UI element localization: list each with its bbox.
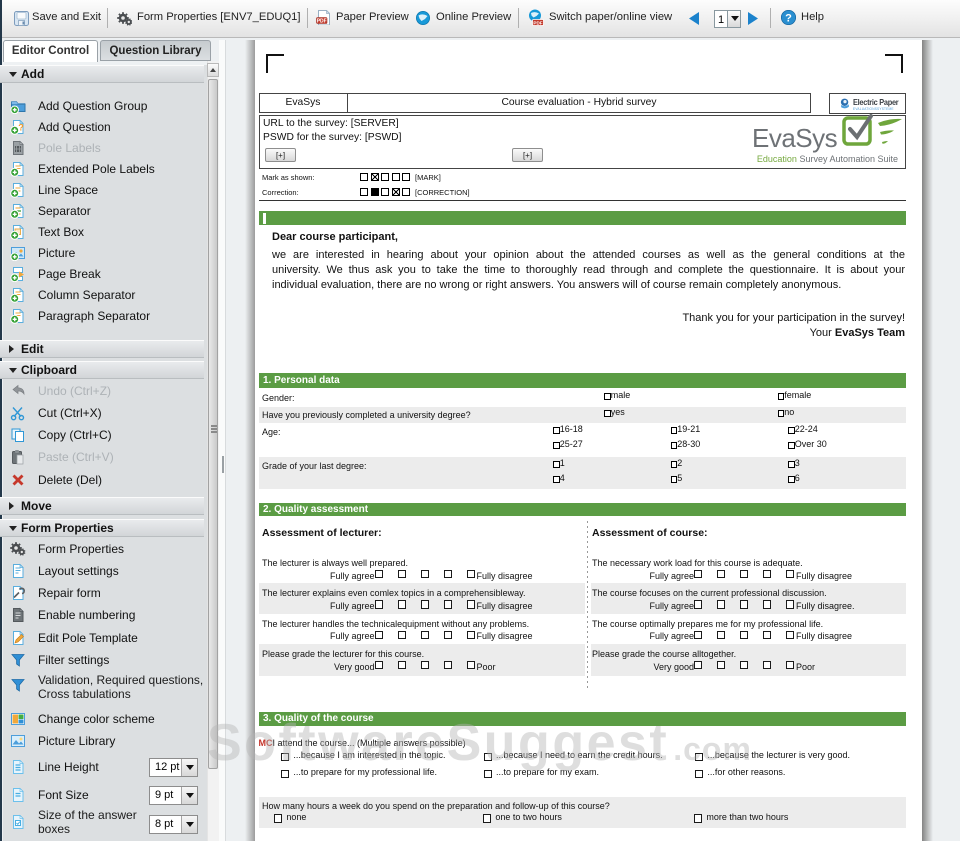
svg-text:?: ? (785, 13, 792, 25)
svg-text:PDF: PDF (317, 18, 327, 24)
svg-text:PDF: PDF (533, 21, 542, 26)
